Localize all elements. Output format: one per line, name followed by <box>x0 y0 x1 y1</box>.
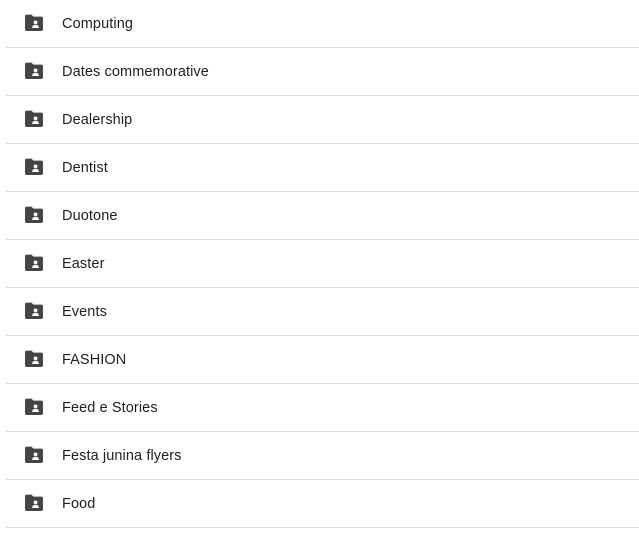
folder-name: Feed e Stories <box>62 399 158 416</box>
shared-folder-icon <box>24 206 44 224</box>
folder-name: Dates commemorative <box>62 63 209 80</box>
shared-folder-icon <box>24 302 44 320</box>
folder-name: Food <box>62 495 96 512</box>
folder-row[interactable]: FASHION <box>6 336 639 384</box>
folder-row[interactable]: Duotone <box>6 192 639 240</box>
shared-folder-icon <box>24 158 44 176</box>
folder-name: Dentist <box>62 159 108 176</box>
shared-folder-icon <box>24 350 44 368</box>
shared-folder-icon <box>24 494 44 512</box>
folder-row[interactable]: Events <box>6 288 639 336</box>
folder-row[interactable]: Dealership <box>6 96 639 144</box>
shared-folder-icon <box>24 398 44 416</box>
shared-folder-icon <box>24 254 44 272</box>
folder-name: FASHION <box>62 351 127 368</box>
folder-name: Computing <box>62 15 134 32</box>
folder-row[interactable]: Food <box>6 480 639 528</box>
folder-row[interactable]: Dates commemorative <box>6 48 639 96</box>
folder-row[interactable]: Computing <box>6 0 639 48</box>
folder-name: Events <box>62 303 107 320</box>
folder-row[interactable]: Festa junina flyers <box>6 432 639 480</box>
folder-row[interactable]: Feed e Stories <box>6 384 639 432</box>
folder-row[interactable]: Dentist <box>6 144 639 192</box>
shared-folder-icon <box>24 14 44 32</box>
folder-name: Easter <box>62 255 105 272</box>
folder-list: Computing Dates commemorative Dealership De… <box>0 0 639 528</box>
folder-row[interactable]: Easter <box>6 240 639 288</box>
shared-folder-icon <box>24 62 44 80</box>
folder-name: Duotone <box>62 207 118 224</box>
shared-folder-icon <box>24 110 44 128</box>
folder-name: Festa junina flyers <box>62 447 182 464</box>
shared-folder-icon <box>24 446 44 464</box>
folder-name: Dealership <box>62 111 133 128</box>
